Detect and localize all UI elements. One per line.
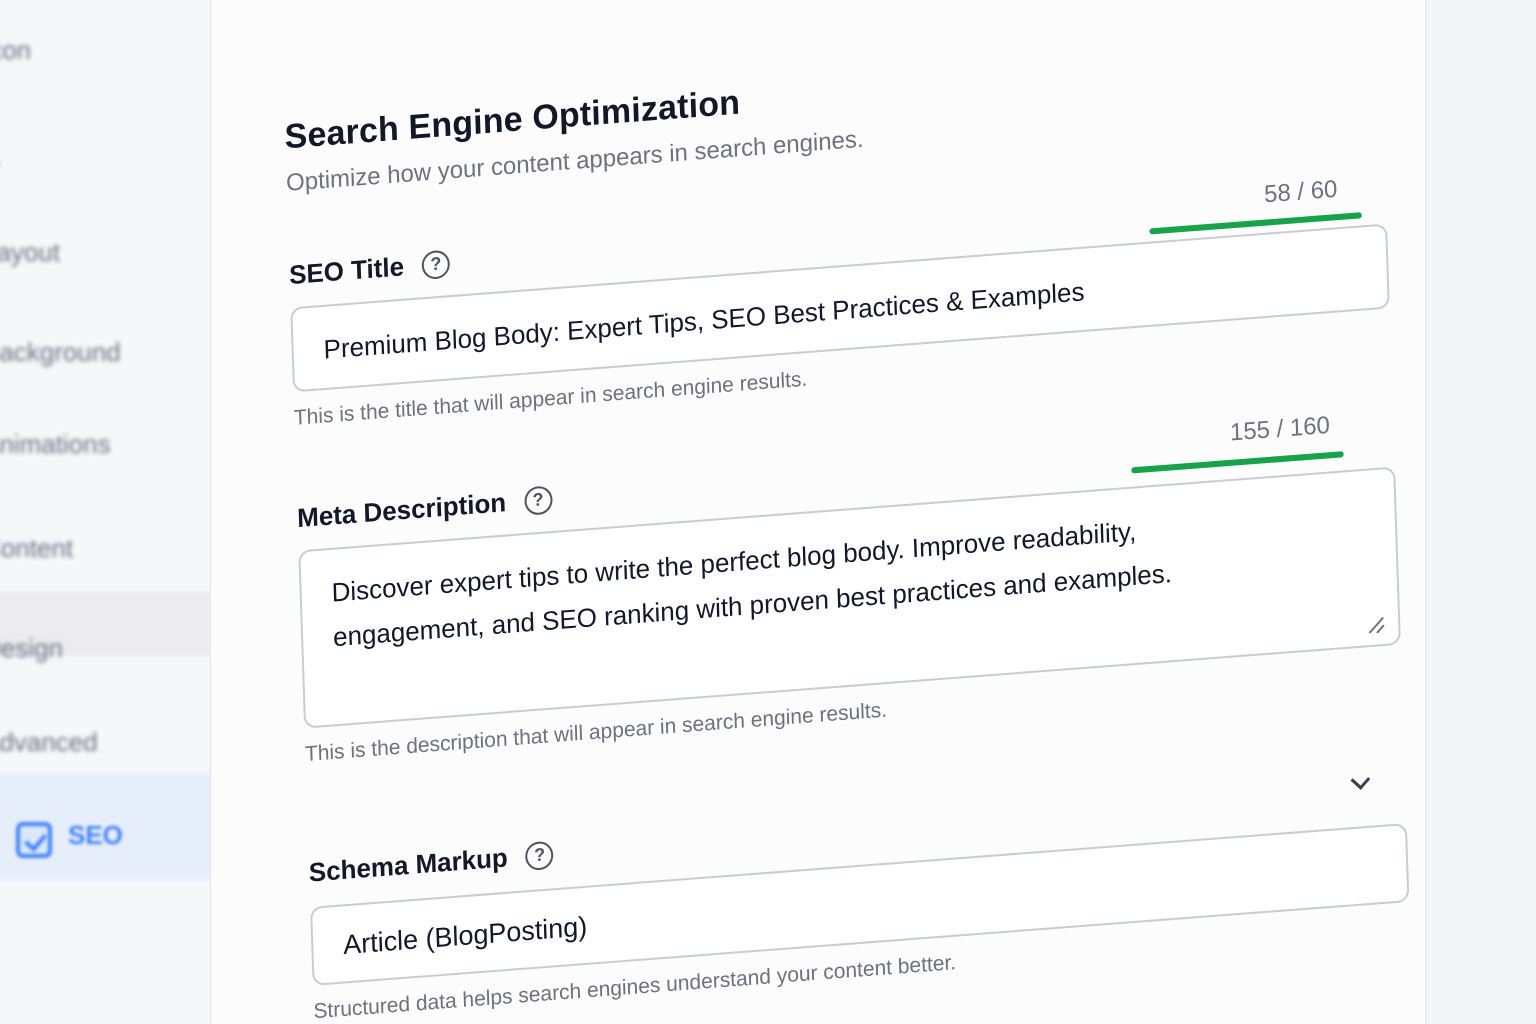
sidebar-item-6[interactable]: Design bbox=[0, 628, 63, 668]
meta-description-value: Discover expert tips to write the perfec… bbox=[331, 515, 1173, 653]
sidebar-item-2[interactable]: Layout bbox=[0, 232, 60, 272]
help-icon[interactable]: ? bbox=[421, 249, 451, 280]
sidebar-item-0[interactable]: Icon bbox=[0, 30, 31, 70]
seo-title-counter: 58 / 60 bbox=[1263, 175, 1338, 209]
sidebar-item-5[interactable]: Content bbox=[0, 528, 73, 568]
help-icon[interactable]: ? bbox=[525, 840, 555, 871]
schema-markup-selected: Article (BlogPosting) bbox=[342, 911, 588, 961]
help-icon[interactable]: ? bbox=[523, 484, 553, 516]
sidebar-item-4[interactable]: Animations bbox=[0, 424, 111, 464]
sidebar-item-7[interactable]: Advanced bbox=[0, 722, 98, 762]
resize-handle-icon[interactable] bbox=[1366, 614, 1385, 634]
seo-title-value: Premium Blog Body: Expert Tips, SEO Best… bbox=[323, 276, 1085, 365]
sidebar-item-3[interactable]: Background bbox=[0, 332, 121, 372]
app-window: SEO Icon A Layout Background Animations … bbox=[0, 0, 1536, 1024]
